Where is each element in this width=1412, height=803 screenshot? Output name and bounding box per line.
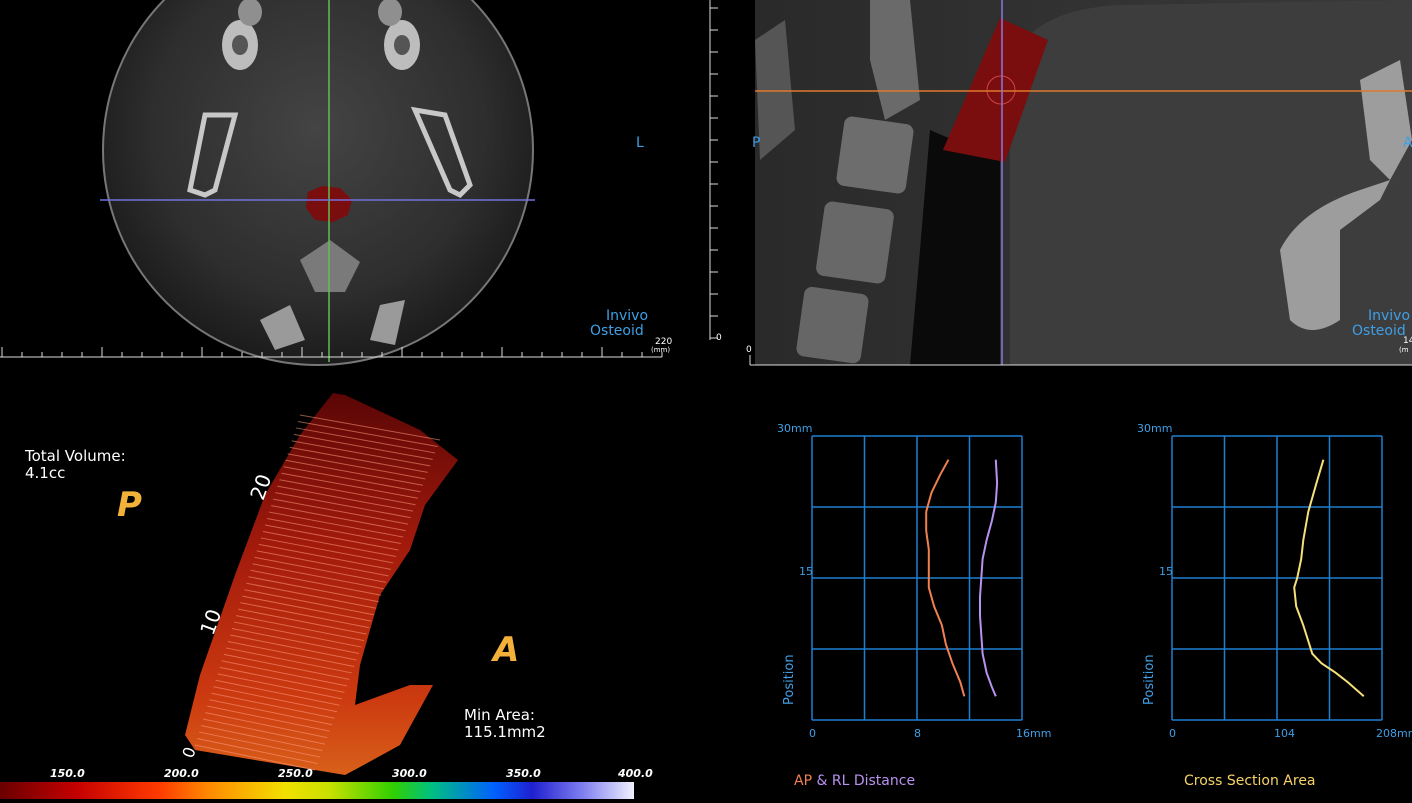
y-tick-label: 15 <box>799 565 813 578</box>
ap-rl-distance-chart: 0 8 16mm 30mm 15 Position AP & RL Distance <box>700 375 1060 803</box>
y-axis-label: Position <box>782 654 797 705</box>
rl-title-part: RL Distance <box>831 773 916 789</box>
axial-watermark-line1: Invivo <box>606 308 649 324</box>
total-volume-value: 4.1cc <box>25 464 66 482</box>
sagittal-ruler-zero-v: 0 <box>716 333 722 343</box>
axial-view[interactable]: L Invivo Osteoid 220 (mm) <box>0 0 700 375</box>
colorbar-label: 300.0 <box>392 767 427 780</box>
y-axis-label: Position <box>1142 654 1157 705</box>
x-tick-label: 104 <box>1274 727 1295 740</box>
chart-grid <box>1171 435 1383 721</box>
airway-volume-render <box>185 393 458 775</box>
orientation-a-marker: A <box>493 630 520 670</box>
amp-title-part: & <box>816 773 828 789</box>
sagittal-ruler-end: 14 <box>1403 336 1412 346</box>
x-tick-label: 0 <box>809 727 816 740</box>
colorbar-label: 150.0 <box>50 767 85 780</box>
sagittal-ct-image <box>709 0 1412 366</box>
colorbar-label: 250.0 <box>278 767 313 780</box>
colorbar-label: 200.0 <box>164 767 199 780</box>
ap-rl-chart-title: AP & RL Distance <box>794 773 915 789</box>
colorbar-gradient <box>0 782 634 799</box>
y-tick-label: 30mm <box>1137 422 1172 435</box>
min-area-label: Min Area: <box>464 706 535 724</box>
colorbar-label: 350.0 <box>506 767 541 780</box>
ap-title-part: AP <box>794 773 813 789</box>
sagittal-watermark-line1: Invivo <box>1368 308 1411 324</box>
y-tick-label: 15 <box>1159 565 1173 578</box>
total-volume-label: Total Volume: <box>25 447 126 465</box>
volume-3d-view[interactable]: Total Volume: 4.1cc Min Area: 115.1mm2 P… <box>0 375 700 803</box>
cross-section-area-chart: 0 104 208mm2 30mm 15 Position Cross Section A… <box>1060 375 1412 803</box>
sagittal-watermark-line2: Osteoid <box>1352 323 1406 339</box>
cross-section-chart-svg: 0 104 208mm2 30mm 15 Position <box>1137 422 1412 740</box>
x-tick-label: 8 <box>914 727 921 740</box>
sagittal-ruler-zero-h: 0 <box>746 345 752 355</box>
colorbar-label: 400.0 <box>618 767 653 780</box>
x-tick-label: 0 <box>1169 727 1176 740</box>
sagittal-ruler-unit: (m <box>1399 346 1409 354</box>
x-tick-label: 208mm2 <box>1376 727 1412 740</box>
axial-watermark-line2: Osteoid <box>590 323 644 339</box>
ap-rl-chart-svg: 0 8 16mm 30mm 15 Position <box>777 422 1051 740</box>
axial-ct-image <box>0 0 663 366</box>
y-tick-label: 30mm <box>777 422 812 435</box>
axial-orientation-l: L <box>636 135 644 151</box>
colorbar: 150.0 200.0 250.0 300.0 350.0 400.0 <box>0 765 700 803</box>
min-area-value: 115.1mm2 <box>464 723 546 741</box>
x-tick-label: 16mm <box>1016 727 1051 740</box>
sagittal-orientation-p: P <box>752 135 761 151</box>
chart-grid <box>811 435 1023 721</box>
axial-ruler-unit: (mm) <box>651 346 671 354</box>
sagittal-view[interactable]: P A Invivo Osteoid 0 0 14 (m <box>700 0 1412 375</box>
sagittal-orientation-a: A <box>1403 135 1412 151</box>
orientation-p-marker: P <box>117 485 142 525</box>
cross-section-chart-title: Cross Section Area <box>1184 773 1316 789</box>
